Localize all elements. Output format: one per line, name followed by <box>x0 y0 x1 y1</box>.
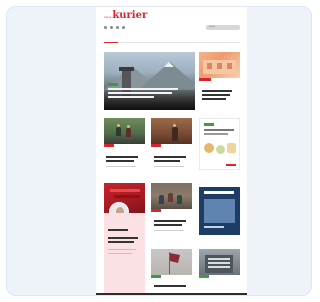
article-image[interactable] <box>151 249 192 275</box>
ad-text-line <box>204 133 228 135</box>
hero-headline-line <box>108 88 178 90</box>
site-logo[interactable]: meine kurier <box>104 11 147 21</box>
article-image[interactable] <box>151 183 192 209</box>
main-navigation <box>104 37 240 43</box>
headline-line <box>108 237 138 239</box>
ad-product-shape <box>227 143 236 153</box>
preview-frame: meine kurier Suche <box>6 6 312 296</box>
meta-line <box>154 166 184 167</box>
ad-product-shape <box>204 143 214 153</box>
active-nav-indicator <box>104 42 118 43</box>
window-shape <box>227 63 232 69</box>
window-shape <box>217 63 222 69</box>
headline-line <box>106 160 134 162</box>
article-image[interactable] <box>199 249 240 275</box>
graphic-stripe <box>114 195 140 198</box>
flag-pole <box>169 252 170 274</box>
window-shape <box>207 63 212 69</box>
opinion-card[interactable] <box>104 213 145 293</box>
person-body <box>116 127 121 136</box>
meta-line <box>106 166 136 167</box>
article-image[interactable] <box>199 52 240 78</box>
magazine-cover[interactable] <box>199 187 240 235</box>
ad-image[interactable] <box>199 118 240 170</box>
meta-line <box>108 249 136 250</box>
hero-headline-line <box>108 96 154 98</box>
person-body <box>159 195 164 204</box>
magazine-photo <box>204 199 235 223</box>
news-page: meine kurier Suche <box>96 7 247 295</box>
ad-logo <box>204 123 214 126</box>
headline-line <box>154 285 186 287</box>
headline-line <box>154 156 186 158</box>
magazine-text-line <box>204 226 224 228</box>
building-floor <box>208 258 230 260</box>
person-body <box>172 127 178 141</box>
ad-text-line <box>204 129 234 131</box>
category-tag <box>199 78 211 81</box>
hero-image[interactable] <box>104 52 195 110</box>
headline-line <box>202 94 230 96</box>
utility-bar: Suche <box>104 24 240 30</box>
share-icon[interactable] <box>110 25 113 29</box>
magazine-title-bar <box>204 191 234 194</box>
headline-line <box>154 224 182 226</box>
menu-icon[interactable] <box>116 25 119 29</box>
ad-product-shape <box>216 145 225 154</box>
category-tag <box>104 144 114 147</box>
person-body <box>168 193 173 202</box>
category-tag <box>199 275 209 278</box>
meta-line <box>108 253 132 254</box>
category-tag <box>151 144 161 147</box>
article-image[interactable] <box>151 118 192 144</box>
headline-line <box>202 90 232 92</box>
graphic-stripe <box>110 189 140 192</box>
headline-line <box>154 220 186 222</box>
meta-line <box>154 230 184 231</box>
logo-wordmark: kurier <box>112 10 148 21</box>
headline-line <box>106 156 138 158</box>
building-floor <box>208 262 230 264</box>
logo-prefix: meine <box>104 16 112 19</box>
article-image[interactable] <box>104 118 145 144</box>
headline-line <box>202 98 226 100</box>
category-tag <box>151 209 161 212</box>
category-tag <box>151 275 161 278</box>
person-body <box>126 128 131 137</box>
author-line <box>108 229 128 231</box>
headline-line <box>154 160 180 162</box>
search-icon[interactable] <box>122 25 125 29</box>
headline-line <box>108 241 134 243</box>
hero-headline-line <box>108 92 172 94</box>
person-body <box>177 195 182 204</box>
hero-category-tag <box>108 83 118 86</box>
user-icon[interactable] <box>104 25 107 29</box>
search-input[interactable]: Suche <box>206 24 240 30</box>
flag-shape <box>170 253 180 263</box>
cookie-banner[interactable] <box>96 293 247 295</box>
ad-button <box>226 164 236 166</box>
building-floor <box>208 266 230 268</box>
